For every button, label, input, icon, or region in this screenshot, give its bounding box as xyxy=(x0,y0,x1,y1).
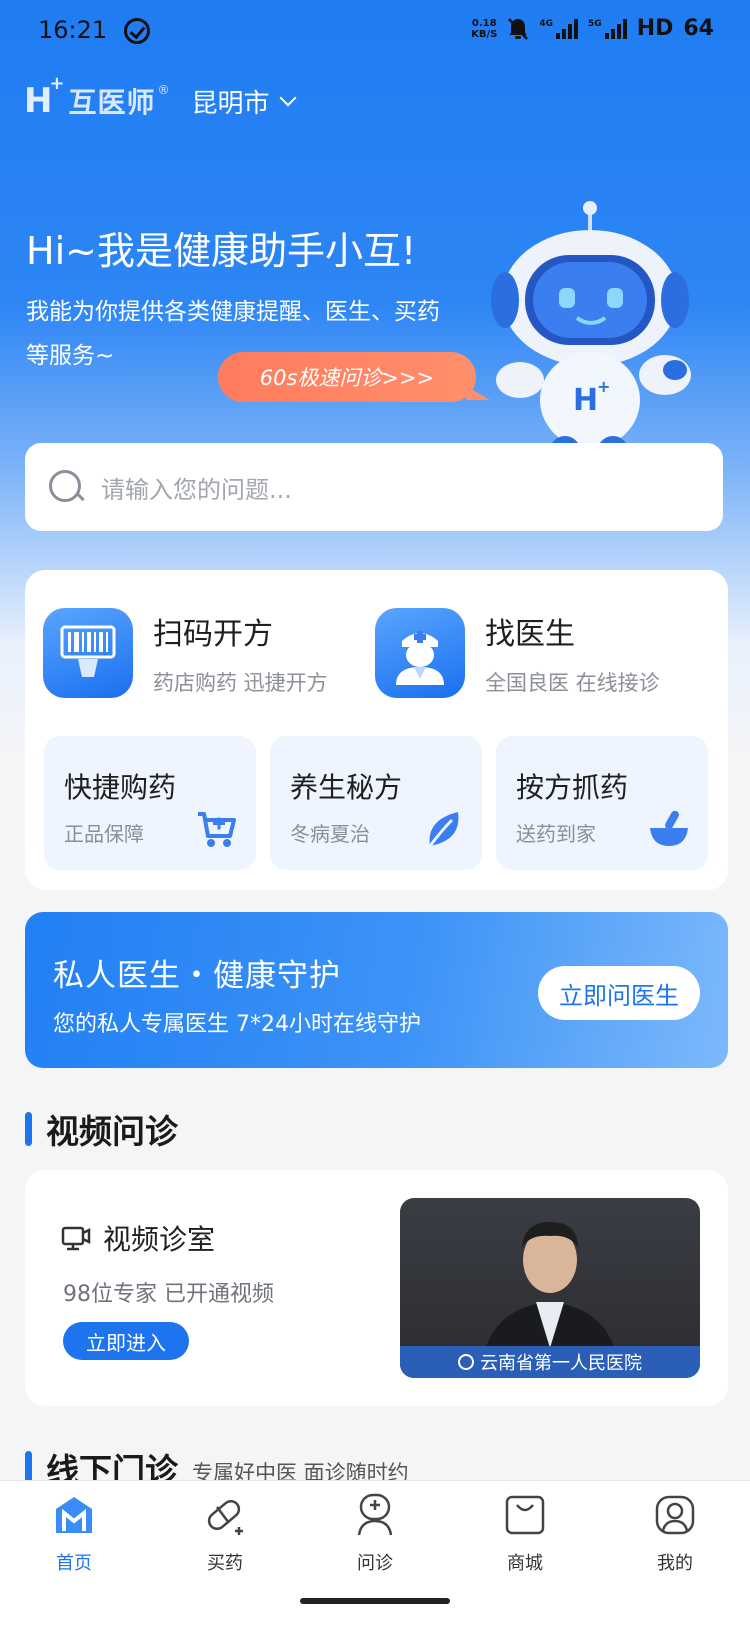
city-selector[interactable]: 昆明市 xyxy=(191,83,296,120)
app-logo: H + 互医师 ® xyxy=(24,73,170,121)
app-header: H + 互医师 ® 昆明市 xyxy=(24,73,296,126)
mini-subtitle: 送药到家 xyxy=(516,822,596,846)
tab-mall[interactable]: 商城 xyxy=(475,1493,575,1575)
home-indicator[interactable] xyxy=(300,1598,450,1604)
city-label: 昆明市 xyxy=(191,88,270,119)
section-title: 视频问诊 xyxy=(46,1112,178,1151)
find-doctor-subtitle: 全国良医 在线接诊 xyxy=(485,671,660,695)
svg-text:+: + xyxy=(597,377,610,396)
private-doctor-banner[interactable]: 私人医生・健康守护 您的私人专属医生 7*24小时在线守护 立即问医生 xyxy=(25,912,728,1068)
leaf-icon xyxy=(428,812,459,847)
barcode-scan-icon xyxy=(43,608,133,698)
doctor-avatar-icon xyxy=(375,608,465,698)
video-clinic-subtitle: 98位专家 已开通视频 xyxy=(63,1282,274,1307)
doctor-photo: 云南省第一人民医院 xyxy=(400,1198,700,1378)
health-recipe-entry[interactable]: 养生秘方 冬病夏治 xyxy=(270,736,482,870)
tab-consult[interactable]: 问诊 xyxy=(325,1493,425,1575)
doctor-icon xyxy=(357,1493,393,1536)
mortar-pestle-icon xyxy=(650,810,688,846)
private-doctor-subtitle: 您的私人专属医生 7*24小时在线守护 xyxy=(53,1012,421,1037)
signal-4g-icon: 4G xyxy=(539,18,579,39)
signal-5g-label: 5G xyxy=(588,18,602,29)
status-bar: 16:21 0.18 KB/S 4G 5G HD 64 xyxy=(0,0,750,64)
home-icon xyxy=(56,1497,92,1533)
hospital-badge-icon xyxy=(458,1354,474,1370)
quick-consult-button[interactable]: 60s极速问诊>>> xyxy=(218,352,490,402)
logo-text: 互医师 xyxy=(68,86,156,119)
tab-buy-medicine[interactable]: 买药 xyxy=(175,1493,275,1575)
video-camera-icon xyxy=(61,1226,91,1251)
mini-title: 快捷购药 xyxy=(64,771,177,804)
tab-profile[interactable]: 我的 xyxy=(625,1493,725,1575)
mini-title: 养生秘方 xyxy=(290,771,403,804)
battery-level: 64 xyxy=(683,16,714,41)
service-card: 扫码开方 药店购药 迅捷开方 找医生 全国良医 在线接诊 快捷购药 正品保障 养… xyxy=(25,570,728,890)
profile-icon xyxy=(655,1495,695,1535)
network-speed: 0.18 KB/S xyxy=(471,18,497,40)
greeting-title: Hi~我是健康助手小互! xyxy=(26,229,417,273)
search-box[interactable]: 请输入您的问题... xyxy=(25,443,723,531)
video-clinic-card[interactable]: 视频诊室 98位专家 已开通视频 立即进入 云南省第一人民医院 xyxy=(25,1170,728,1406)
enter-now-button[interactable]: 立即进入 xyxy=(63,1322,189,1360)
hd-indicator: HD xyxy=(636,16,674,41)
logo-mark-icon: H + xyxy=(24,73,65,121)
find-doctor-title: 找医生 xyxy=(485,617,575,652)
search-input[interactable]: 请输入您的问题... xyxy=(101,470,292,505)
scan-prescribe-title: 扫码开方 xyxy=(153,617,273,652)
hospital-name: 云南省第一人民医院 xyxy=(480,1353,642,1374)
chevron-down-icon xyxy=(279,89,296,107)
scan-prescribe-entry[interactable]: 扫码开方 药店购药 迅捷开方 xyxy=(43,608,328,698)
private-doctor-title: 私人医生・健康守护 xyxy=(53,958,341,994)
status-time: 16:21 xyxy=(38,16,108,44)
video-consult-header: 视频问诊 xyxy=(25,1105,178,1153)
signal-4g-label: 4G xyxy=(539,18,554,29)
logo-registered-mark: ® xyxy=(157,83,170,97)
shopping-bag-icon xyxy=(505,1495,545,1535)
tab-label: 买药 xyxy=(207,1553,243,1574)
prescription-pickup-entry[interactable]: 按方抓药 送药到家 xyxy=(496,736,708,870)
network-speed-unit: KB/S xyxy=(471,28,498,40)
mini-subtitle: 冬病夏治 xyxy=(290,822,370,846)
find-doctor-entry[interactable]: 找医生 全国良医 在线接诊 xyxy=(375,608,660,698)
video-clinic-title: 视频诊室 xyxy=(103,1223,216,1256)
network-speed-value: 0.18 xyxy=(471,17,497,29)
tab-label: 商城 xyxy=(507,1553,543,1574)
hospital-caption: 云南省第一人民医院 xyxy=(400,1346,700,1378)
signal-5g-icon: 5G xyxy=(588,18,627,39)
scan-prescribe-subtitle: 药店购药 迅捷开方 xyxy=(153,671,328,695)
tab-label: 首页 xyxy=(56,1553,92,1574)
status-indicators: 0.18 KB/S 4G 5G HD 64 xyxy=(471,16,714,41)
mini-subtitle: 正品保障 xyxy=(64,822,144,846)
pill-icon xyxy=(207,1499,243,1535)
tab-label: 我的 xyxy=(657,1553,693,1574)
cart-plus-icon xyxy=(198,812,236,847)
tab-label: 问诊 xyxy=(357,1553,393,1574)
check-circle-icon xyxy=(124,18,150,44)
section-accent-bar xyxy=(25,1112,32,1146)
bell-muted-icon xyxy=(508,17,529,40)
quick-buy-medicine-entry[interactable]: 快捷购药 正品保障 xyxy=(44,736,256,870)
tab-home[interactable]: 首页 xyxy=(24,1493,124,1575)
search-icon xyxy=(49,470,83,504)
mini-title: 按方抓药 xyxy=(516,771,629,804)
svg-text:H: H xyxy=(573,383,598,418)
ask-doctor-button[interactable]: 立即问医生 xyxy=(538,966,700,1020)
